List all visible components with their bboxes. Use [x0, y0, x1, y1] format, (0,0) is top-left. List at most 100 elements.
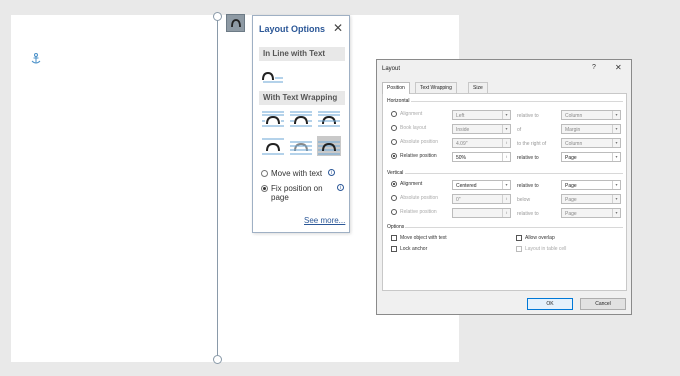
info-icon[interactable]: i [337, 184, 344, 191]
square-wrap-icon[interactable] [261, 109, 285, 129]
h-alignment-option[interactable]: Alignment [391, 111, 422, 117]
move-with-text-option[interactable]: Move with text [261, 169, 322, 178]
book-layout-of-label: of [517, 127, 522, 133]
tab-size[interactable]: Size [468, 82, 488, 93]
fix-position-label: Fix position on page [271, 184, 323, 202]
line-handle-top[interactable] [213, 12, 222, 21]
layout-in-cell-checkbox[interactable] [516, 246, 522, 252]
fix-position-radio[interactable] [261, 185, 268, 192]
allow-overlap-checkbox[interactable] [516, 235, 522, 241]
v-relative-relative-select[interactable]: Page ▾ [561, 208, 621, 218]
position-tab-panel: Horizontal Alignment Left ▾ relative to C… [382, 93, 627, 291]
spinner-arrows-icon: ↕ [502, 153, 510, 161]
h-relative-radio[interactable] [391, 153, 397, 159]
move-with-text-radio[interactable] [261, 170, 268, 177]
chevron-down-icon: ▾ [612, 209, 620, 217]
h-alignment-radio[interactable] [391, 111, 397, 117]
chevron-down-icon: ▾ [612, 111, 620, 119]
spinner-arrows-icon: ↕ [502, 195, 510, 203]
close-icon[interactable]: ✕ [615, 63, 622, 72]
anchor-icon[interactable] [31, 53, 41, 65]
in-front-of-text-icon[interactable] [317, 136, 341, 156]
h-relative-option[interactable]: Relative position [391, 153, 437, 159]
chevron-down-icon: ▾ [612, 125, 620, 133]
h-alignment-relative-label: relative to [517, 113, 539, 119]
shape-vertical-line[interactable] [217, 15, 218, 361]
behind-text-icon[interactable] [289, 136, 313, 156]
v-alignment-select[interactable]: Centered ▾ [452, 180, 511, 190]
book-layout-select[interactable]: Inside ▾ [452, 124, 511, 134]
through-wrap-icon[interactable] [317, 109, 341, 129]
v-relative-radio[interactable] [391, 209, 397, 215]
h-absolute-spinner[interactable]: 4.09" ↕ [452, 138, 511, 148]
line-handle-bottom[interactable] [213, 355, 222, 364]
chevron-down-icon: ▾ [612, 181, 620, 189]
move-with-text-label: Move with text [271, 169, 323, 178]
fix-position-option[interactable]: Fix position on page [261, 184, 323, 202]
help-icon[interactable]: ? [592, 64, 596, 71]
close-icon[interactable]: ✕ [333, 21, 343, 35]
book-layout-relative-select[interactable]: Margin ▾ [561, 124, 621, 134]
cancel-button[interactable]: Cancel [580, 298, 626, 310]
layout-in-cell-option[interactable]: Layout in table cell [516, 246, 566, 252]
book-layout-radio[interactable] [391, 125, 397, 131]
v-alignment-relative-select[interactable]: Page ▾ [561, 180, 621, 190]
spinner-arrows-icon: ↕ [502, 209, 510, 217]
v-alignment-radio[interactable] [391, 181, 397, 187]
allow-overlap-option[interactable]: Allow overlap [516, 235, 555, 241]
layout-options-panel: Layout Options ✕ In Line with Text With … [252, 15, 350, 233]
chevron-down-icon: ▾ [502, 111, 510, 119]
chevron-down-icon: ▾ [612, 195, 620, 203]
inline-with-text-icon[interactable] [261, 66, 285, 86]
layout-options-title: Layout Options [259, 24, 325, 34]
ok-button[interactable]: OK [527, 298, 573, 310]
see-more-link[interactable]: See more... [304, 216, 345, 225]
spinner-arrows-icon: ↕ [502, 139, 510, 147]
layout-options-button[interactable] [226, 14, 245, 32]
h-relative-relative-label: relative to [517, 155, 539, 161]
section-inline: In Line with Text [259, 47, 345, 61]
v-relative-relative-label: relative to [517, 211, 539, 217]
vertical-group-label: Vertical [387, 170, 404, 176]
v-absolute-spinner[interactable]: 0" ↕ [452, 194, 511, 204]
horizontal-group-label: Horizontal [387, 98, 410, 104]
options-group-label: Options [387, 224, 405, 230]
tab-position[interactable]: Position [382, 82, 410, 94]
layout-dialog: Layout ? ✕ Position Text Wrapping Size H… [376, 59, 632, 315]
h-relative-relative-select[interactable]: Page ▾ [561, 152, 621, 162]
h-alignment-select[interactable]: Left ▾ [452, 110, 511, 120]
v-absolute-relative-select[interactable]: Page ▾ [561, 194, 621, 204]
chevron-down-icon: ▾ [612, 139, 620, 147]
v-relative-option[interactable]: Relative position [391, 209, 437, 215]
move-object-option[interactable]: Move object with text [391, 235, 447, 241]
lock-anchor-checkbox[interactable] [391, 246, 397, 252]
v-absolute-radio[interactable] [391, 195, 397, 201]
top-bottom-wrap-icon[interactable] [261, 136, 285, 156]
v-relative-spinner[interactable]: ↕ [452, 208, 511, 218]
divider [405, 227, 623, 228]
chevron-down-icon: ▾ [502, 181, 510, 189]
h-absolute-relative-label: to the right of [517, 141, 547, 147]
h-alignment-relative-select[interactable]: Column ▾ [561, 110, 621, 120]
lock-anchor-option[interactable]: Lock anchor [391, 246, 427, 252]
v-alignment-relative-label: relative to [517, 183, 539, 189]
v-alignment-option[interactable]: Alignment [391, 181, 422, 187]
info-icon[interactable]: i [328, 169, 335, 176]
tab-text-wrapping[interactable]: Text Wrapping [415, 82, 457, 93]
wrap-icon [230, 19, 241, 28]
h-absolute-option[interactable]: Absolute position [391, 139, 438, 145]
tight-wrap-icon[interactable] [289, 109, 313, 129]
dialog-title: Layout [382, 66, 401, 72]
book-layout-option[interactable]: Book layout [391, 125, 426, 131]
divider [411, 101, 623, 102]
move-object-checkbox[interactable] [391, 235, 397, 241]
h-relative-spinner[interactable]: 50% ↕ [452, 152, 511, 162]
chevron-down-icon: ▾ [612, 153, 620, 161]
chevron-down-icon: ▾ [502, 125, 510, 133]
v-absolute-below-label: below [517, 197, 531, 203]
section-wrapping: With Text Wrapping [259, 91, 345, 105]
h-absolute-radio[interactable] [391, 139, 397, 145]
h-absolute-relative-select[interactable]: Column ▾ [561, 138, 621, 148]
v-absolute-option[interactable]: Absolute position [391, 195, 438, 201]
divider [405, 173, 623, 174]
